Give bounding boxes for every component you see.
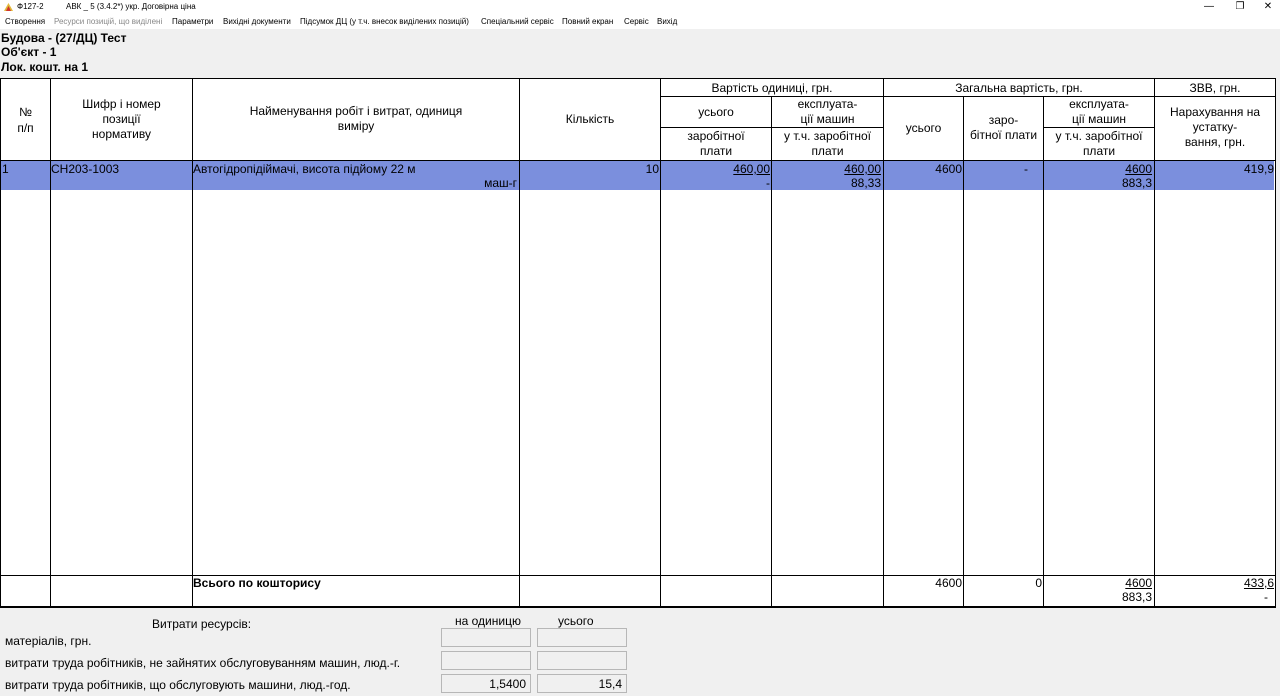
col-total-cost-group: Загальна вартість, грн. bbox=[955, 81, 1083, 95]
summary-zvv2: - bbox=[1264, 590, 1268, 604]
col-total-wage-header: заро- бітної плати bbox=[969, 113, 1038, 142]
summary-total-mach: 4600 bbox=[1125, 576, 1152, 590]
row-name: Автогідропідіймачі, висота підйому 22 м bbox=[193, 162, 416, 176]
row-total-wage: - bbox=[1024, 162, 1028, 176]
summary-label: Всього по кошторису bbox=[193, 576, 321, 590]
resource-labor-other-total[interactable] bbox=[537, 651, 627, 670]
window-title: АВК _ 5 (3.4.2*) укр. Договірна ціна bbox=[66, 2, 196, 11]
col-num-header: № п/п bbox=[17, 105, 34, 135]
col-total-mach-header: експлуата- ції машин bbox=[1069, 97, 1129, 126]
col-total-mach-wage-header: у т.ч. заробітної плати bbox=[1055, 129, 1143, 158]
row-num: 1 bbox=[2, 162, 9, 176]
row-total-mach: 4600 bbox=[1125, 162, 1152, 176]
row-unit-mach-wage: 88,33 bbox=[850, 176, 881, 190]
resource-label-materials: матеріалів, грн. bbox=[5, 634, 92, 648]
resource-labor-machine-total[interactable]: 15,4 bbox=[537, 674, 627, 693]
construction-title: Будова - (27/ДЦ) Тест bbox=[1, 31, 127, 45]
app-icon bbox=[4, 3, 13, 11]
menu-exit[interactable]: Вихід bbox=[657, 14, 677, 29]
col-unit-mach-header: експлуата- ції машин bbox=[797, 97, 858, 126]
row-unit-total: 460,00 bbox=[733, 162, 770, 176]
menu-selected-resources[interactable]: Ресурси позицій, що виділені bbox=[54, 14, 162, 29]
object-title: Об'єкт - 1 bbox=[1, 45, 57, 59]
estimate-title: Лок. кошт. на 1 bbox=[1, 60, 89, 74]
resource-materials-total[interactable] bbox=[537, 628, 627, 647]
col-unit-mach-wage-header: у т.ч. заробітної плати bbox=[784, 129, 871, 158]
row-code: СН203-1003 bbox=[51, 162, 120, 176]
col-zvv-header: Нарахування на устатку- вання, грн. bbox=[1170, 105, 1260, 149]
resource-label-labor-machine: витрати труда робітників, що обслуговуют… bbox=[5, 678, 351, 692]
close-button[interactable]: ✕ bbox=[1254, 0, 1280, 14]
row-unit-mach: 460,00 bbox=[844, 162, 881, 176]
col-name-header: Найменування робіт і витрат, одиниця вим… bbox=[249, 104, 463, 133]
summary-total-total: 4600 bbox=[935, 576, 962, 590]
resource-labor-machine-unit[interactable]: 1,5400 bbox=[441, 674, 531, 693]
row-total-total: 4600 bbox=[935, 162, 962, 176]
title-bar: Ф127-2 АВК _ 5 (3.4.2*) укр. Договірна ц… bbox=[0, 0, 1280, 14]
summary-zvv: 433,6 bbox=[1243, 576, 1274, 590]
menu-output-docs[interactable]: Вихідні документи bbox=[223, 14, 291, 29]
row-zvv: 419,9 bbox=[1243, 162, 1274, 176]
row-total-mach-wage: 883,3 bbox=[1121, 176, 1152, 190]
menu-service[interactable]: Сервіс bbox=[624, 14, 649, 29]
menu-create[interactable]: Створення bbox=[5, 14, 45, 29]
col-total-total-header: усього bbox=[905, 121, 942, 135]
menu-bar: Створення Ресурси позицій, що виділені П… bbox=[0, 14, 1280, 29]
col-unit-wage-header: заробітної плати bbox=[687, 129, 745, 158]
row-unit: маш-г bbox=[484, 176, 517, 190]
col-unit-cost-group: Вартість одиниці, грн. bbox=[711, 81, 833, 95]
col-unit-total-header: усього bbox=[698, 105, 734, 119]
row-qty: 10 bbox=[645, 162, 659, 176]
menu-fullscreen[interactable]: Повний екран bbox=[562, 14, 613, 29]
resource-materials-unit[interactable] bbox=[441, 628, 531, 647]
minimize-button[interactable]: — bbox=[1195, 0, 1223, 14]
menu-parameters[interactable]: Параметри bbox=[172, 14, 213, 29]
summary-total-mach-wage: 883,3 bbox=[1121, 590, 1152, 604]
resources-col-unit: на одиницю bbox=[455, 614, 521, 628]
resources-title: Витрати ресурсів: bbox=[152, 617, 252, 631]
restore-button[interactable]: ❐ bbox=[1226, 0, 1254, 14]
menu-special-service[interactable]: Спеціальний сервіс bbox=[481, 14, 554, 29]
row-unit-wage: - bbox=[766, 176, 770, 190]
summary-total-wage: 0 bbox=[1035, 576, 1042, 590]
estimate-table[interactable]: № п/п Шифр і номер позиції нормативу Най… bbox=[0, 78, 1276, 608]
window-code: Ф127-2 bbox=[17, 2, 44, 11]
resource-labor-other-unit[interactable] bbox=[441, 651, 531, 670]
col-qty-header: Кількість bbox=[565, 112, 615, 126]
resources-col-total: усього bbox=[558, 614, 594, 628]
col-code-header: Шифр і номер позиції нормативу bbox=[82, 97, 161, 141]
resource-label-labor-other: витрати труда робітників, не зайнятих об… bbox=[5, 656, 401, 670]
menu-summary[interactable]: Підсумок ДЦ (у т.ч. внесок виділених поз… bbox=[300, 14, 469, 29]
col-zvv-group: ЗВВ, грн. bbox=[1189, 81, 1241, 95]
